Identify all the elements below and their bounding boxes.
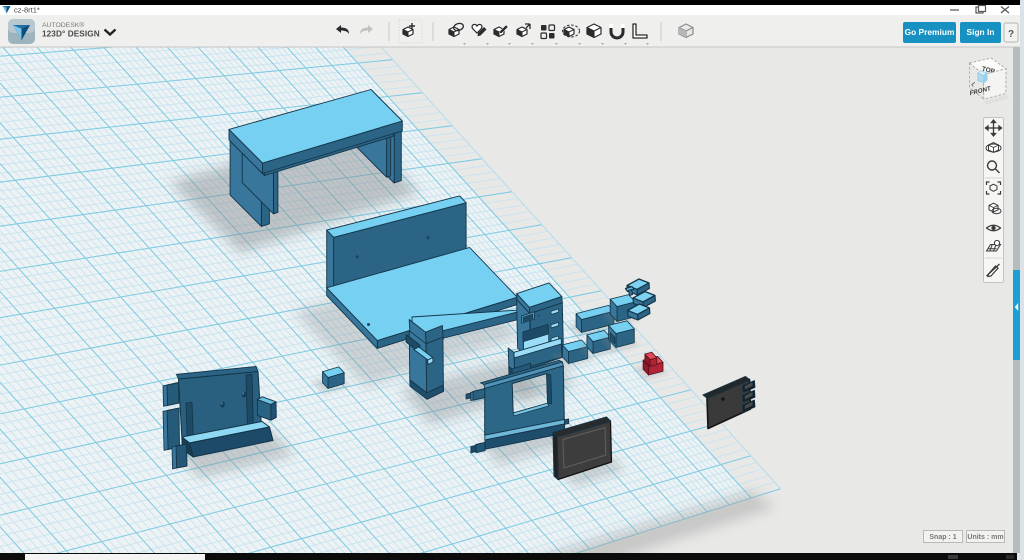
svg-text:Sign In: Sign In [967, 27, 995, 37]
svg-text:Go Premium: Go Premium [905, 27, 955, 37]
svg-text:AUTODESK®: AUTODESK® [42, 21, 84, 29]
svg-text:123D° DESIGN: 123D° DESIGN [42, 30, 100, 39]
svg-text:Units : mm: Units : mm [967, 534, 1003, 541]
svg-text:cz-8rt1*: cz-8rt1* [14, 6, 40, 15]
svg-text:?: ? [1008, 29, 1014, 40]
svg-text:Snap : 1: Snap : 1 [929, 534, 956, 541]
